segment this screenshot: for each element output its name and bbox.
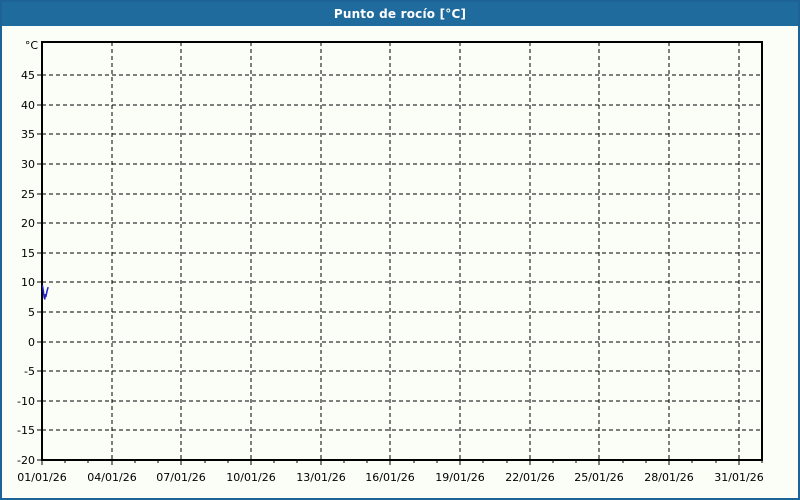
y-axis-tick-label: -15 — [17, 424, 35, 437]
x-axis-tick-label: 22/01/26 — [505, 471, 554, 484]
x-axis-tick-label: 10/01/26 — [226, 471, 275, 484]
y-axis-tick-label: 5 — [28, 306, 35, 319]
x-axis-tick-label: 28/01/26 — [644, 471, 693, 484]
y-axis-tick-label: 10 — [21, 276, 35, 289]
chart-area: 45 40 35 30 25 20 15 10 5 0 -5 -10 -15 -20 °C 01/01/26 0… — [2, 26, 798, 498]
chart-title: Punto de rocío [°C] — [333, 7, 467, 21]
x-axis-tick-label: 16/01/26 — [365, 471, 414, 484]
y-axis-tick-label: 0 — [28, 336, 35, 349]
y-axis-tick-label: 25 — [21, 188, 35, 201]
x-axis-tick-label: 07/01/26 — [156, 471, 205, 484]
x-axis-tick-label: 04/01/26 — [87, 471, 136, 484]
y-axis-tick-label: 45 — [21, 69, 35, 82]
y-axis-tick-label: -5 — [24, 365, 35, 378]
x-axis-tick-label: 25/01/26 — [574, 471, 623, 484]
dew-point-line-chart: 45 40 35 30 25 20 15 10 5 0 -5 -10 -15 -20 °C 01/01/26 0… — [17, 39, 764, 484]
y-axis-tick-label: -10 — [17, 395, 35, 408]
y-axis-tick-label: 30 — [21, 158, 35, 171]
chart-title-bar: Punto de rocío [°C] — [2, 2, 798, 26]
x-axis-tick-label: 31/01/26 — [714, 471, 763, 484]
series-line-punto-de-rocío — [41, 285, 49, 300]
y-axis-tick-label: -20 — [17, 454, 35, 467]
x-axis-tick-label: 19/01/26 — [435, 471, 484, 484]
x-axis-tick-label: 01/01/26 — [17, 471, 66, 484]
dew-point-chart-widget: Punto de rocío [°C] 45 40 35 30 25 20 15 10 5 0 -5… — [0, 0, 800, 500]
y-axis-unit-label: °C — [25, 39, 39, 52]
y-axis-tick-label: 15 — [21, 247, 35, 260]
y-axis-tick-label: 20 — [21, 217, 35, 230]
y-axis-tick-label: 40 — [21, 99, 35, 112]
x-axis-tick-label: 13/01/26 — [296, 471, 345, 484]
y-axis-tick-label: 35 — [21, 128, 35, 141]
